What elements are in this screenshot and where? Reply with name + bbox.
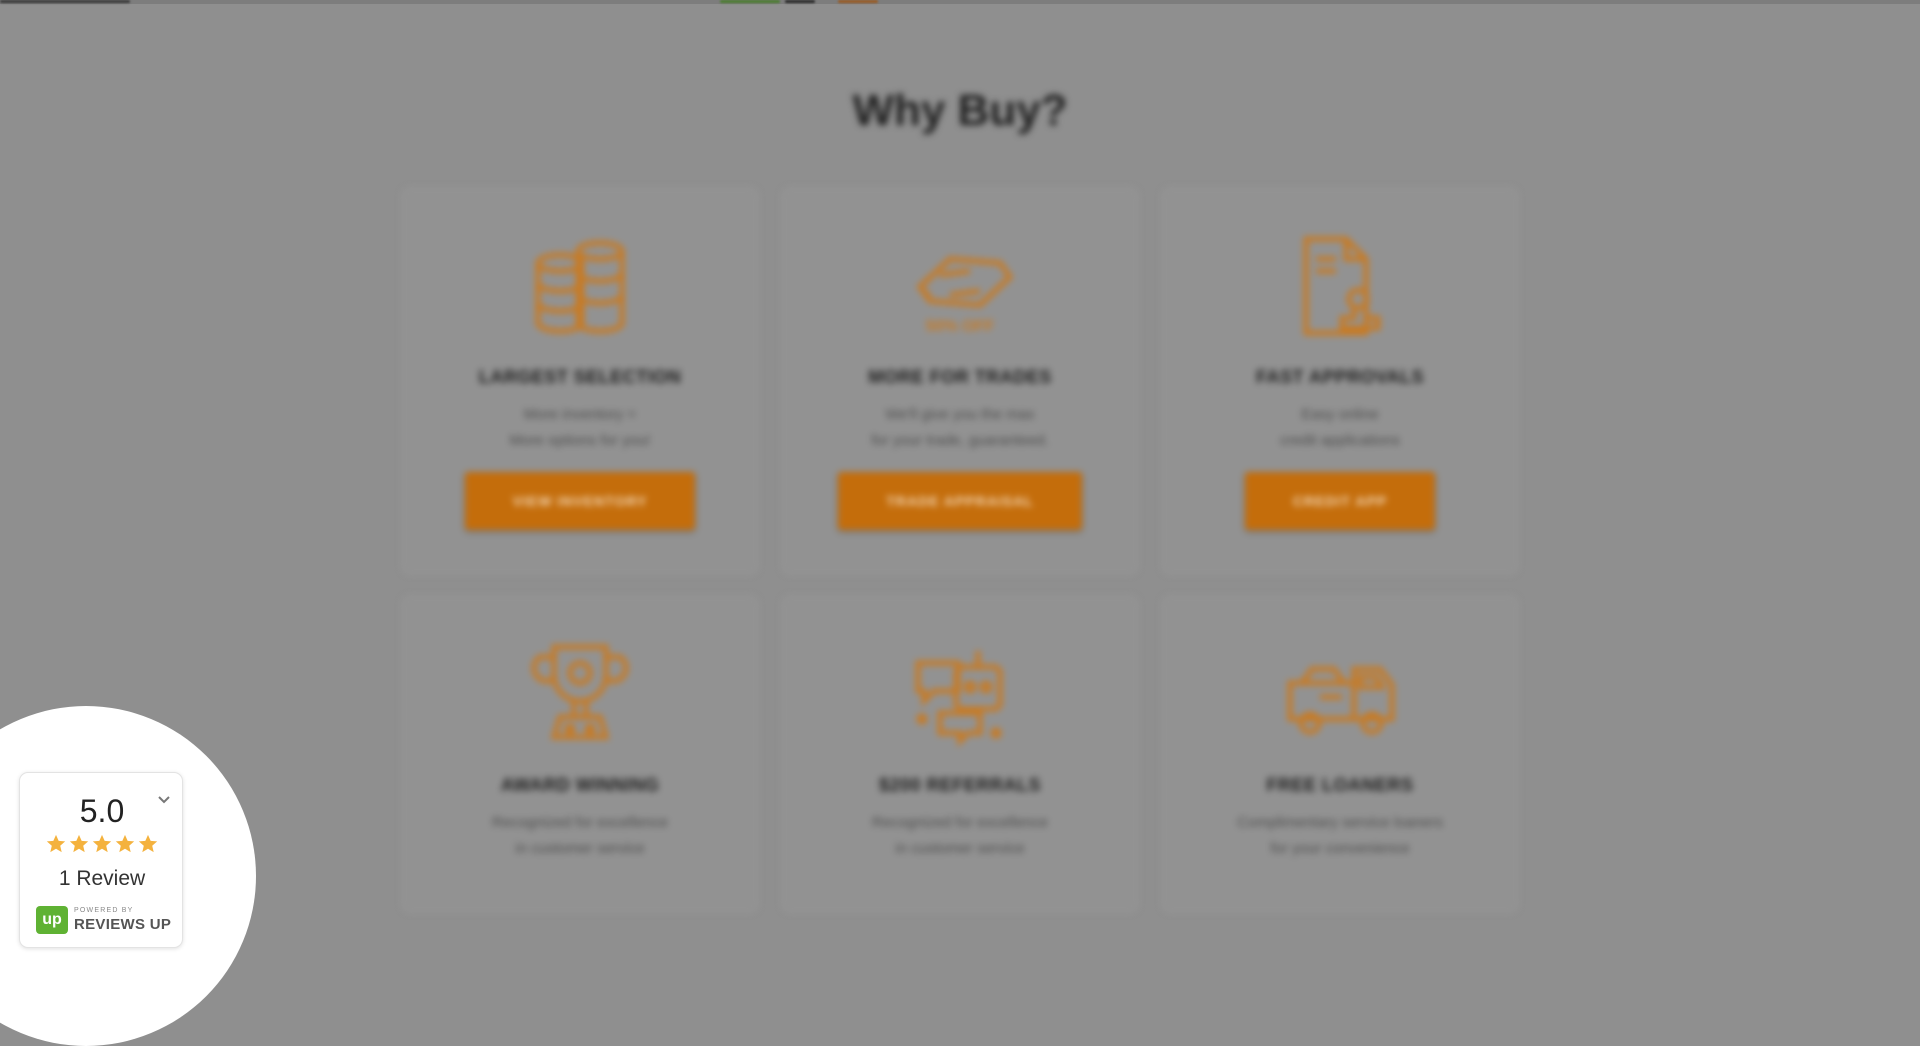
credit-app-button[interactable]: CREDIT APP (1244, 472, 1436, 530)
feature-desc-line: More inventory = (523, 406, 637, 423)
tow-truck-icon (1280, 633, 1400, 753)
star-icon (45, 833, 67, 855)
reviews-up-logo-mark: up (36, 906, 68, 934)
brand-name: REVIEWS UP (74, 916, 172, 933)
feature-description: We'll give you the max for your trade, g… (783, 402, 1137, 454)
feature-title: AWARD WINNING (500, 775, 660, 795)
feature-description: Easy online credit applications (1163, 402, 1517, 454)
feature-description: More inventory = More options for you! (403, 402, 757, 454)
star-icon (114, 833, 136, 855)
section-title: Why Buy? (852, 86, 1068, 135)
approval-stamp-document-icon (1280, 225, 1400, 345)
feature-description: Recognized for excellence in customer se… (783, 810, 1137, 862)
star-icon (91, 833, 113, 855)
percent-off-tag-icon: 50% OFF (900, 225, 1020, 345)
feature-desc-line: Recognized for excellence (492, 814, 668, 831)
feature-description: Recognized for excellence in customer se… (403, 810, 757, 862)
review-count[interactable]: 1 Review (20, 867, 184, 891)
feature-desc-line: in customer service (895, 840, 1025, 857)
feature-card-award-winning: AWARD WINNING Recognized for excellence … (402, 596, 758, 912)
feature-card-referrals: $200 REFERRALS Recognized for excellence… (782, 596, 1138, 912)
feature-desc-line: for your trade, guaranteed. (871, 432, 1049, 449)
trophy-icon (520, 633, 640, 753)
feature-desc-line: Complimentary service loaners (1237, 814, 1443, 831)
feature-title: FREE LOANERS (1266, 775, 1414, 795)
view-inventory-button[interactable]: VIEW INVENTORY (464, 472, 696, 530)
feature-desc-line: Recognized for excellence (872, 814, 1048, 831)
feature-desc-line: credit applications (1279, 432, 1401, 449)
referral-chat-icon (900, 633, 1020, 753)
feature-card-fast-approvals: FAST APPROVALS Easy online credit applic… (1162, 188, 1518, 574)
coins-icon (520, 225, 640, 345)
trade-appraisal-button[interactable]: TRADE APPRAISAL (838, 472, 1082, 530)
feature-title: MORE FOR TRADES (868, 367, 1052, 387)
feature-card-largest-selection: LARGEST SELECTION More inventory = More … (402, 188, 758, 574)
star-icon (68, 833, 90, 855)
reviews-badge[interactable]: 5.0 1 Review up POWERED BY REVIEWS UP (19, 772, 183, 948)
feature-description: Complimentary service loaners for your c… (1163, 810, 1517, 862)
feature-title: FAST APPROVALS (1255, 367, 1424, 387)
feature-card-more-for-trades: 50% OFF MORE FOR TRADES We'll give you t… (782, 188, 1138, 574)
star-icon (137, 833, 159, 855)
star-rating (20, 833, 184, 855)
feature-card-free-loaners: FREE LOANERS Complimentary service loane… (1162, 596, 1518, 912)
feature-title: LARGEST SELECTION (478, 367, 682, 387)
feature-desc-line: We'll give you the max (885, 406, 1035, 423)
feature-desc-line: for your convenience (1270, 840, 1410, 857)
blurred-page-content: Why Buy? LARGEST SELECTION More inventor… (0, 0, 1920, 969)
feature-title: $200 REFERRALS (878, 775, 1042, 795)
feature-desc-line: Easy online (1301, 406, 1379, 423)
feature-desc-line: More options for you! (509, 432, 651, 449)
powered-by-label: POWERED BY (74, 907, 134, 914)
feature-desc-line: in customer service (515, 840, 645, 857)
chevron-down-icon[interactable] (156, 791, 172, 807)
svg-text:50% OFF: 50% OFF (926, 318, 995, 335)
